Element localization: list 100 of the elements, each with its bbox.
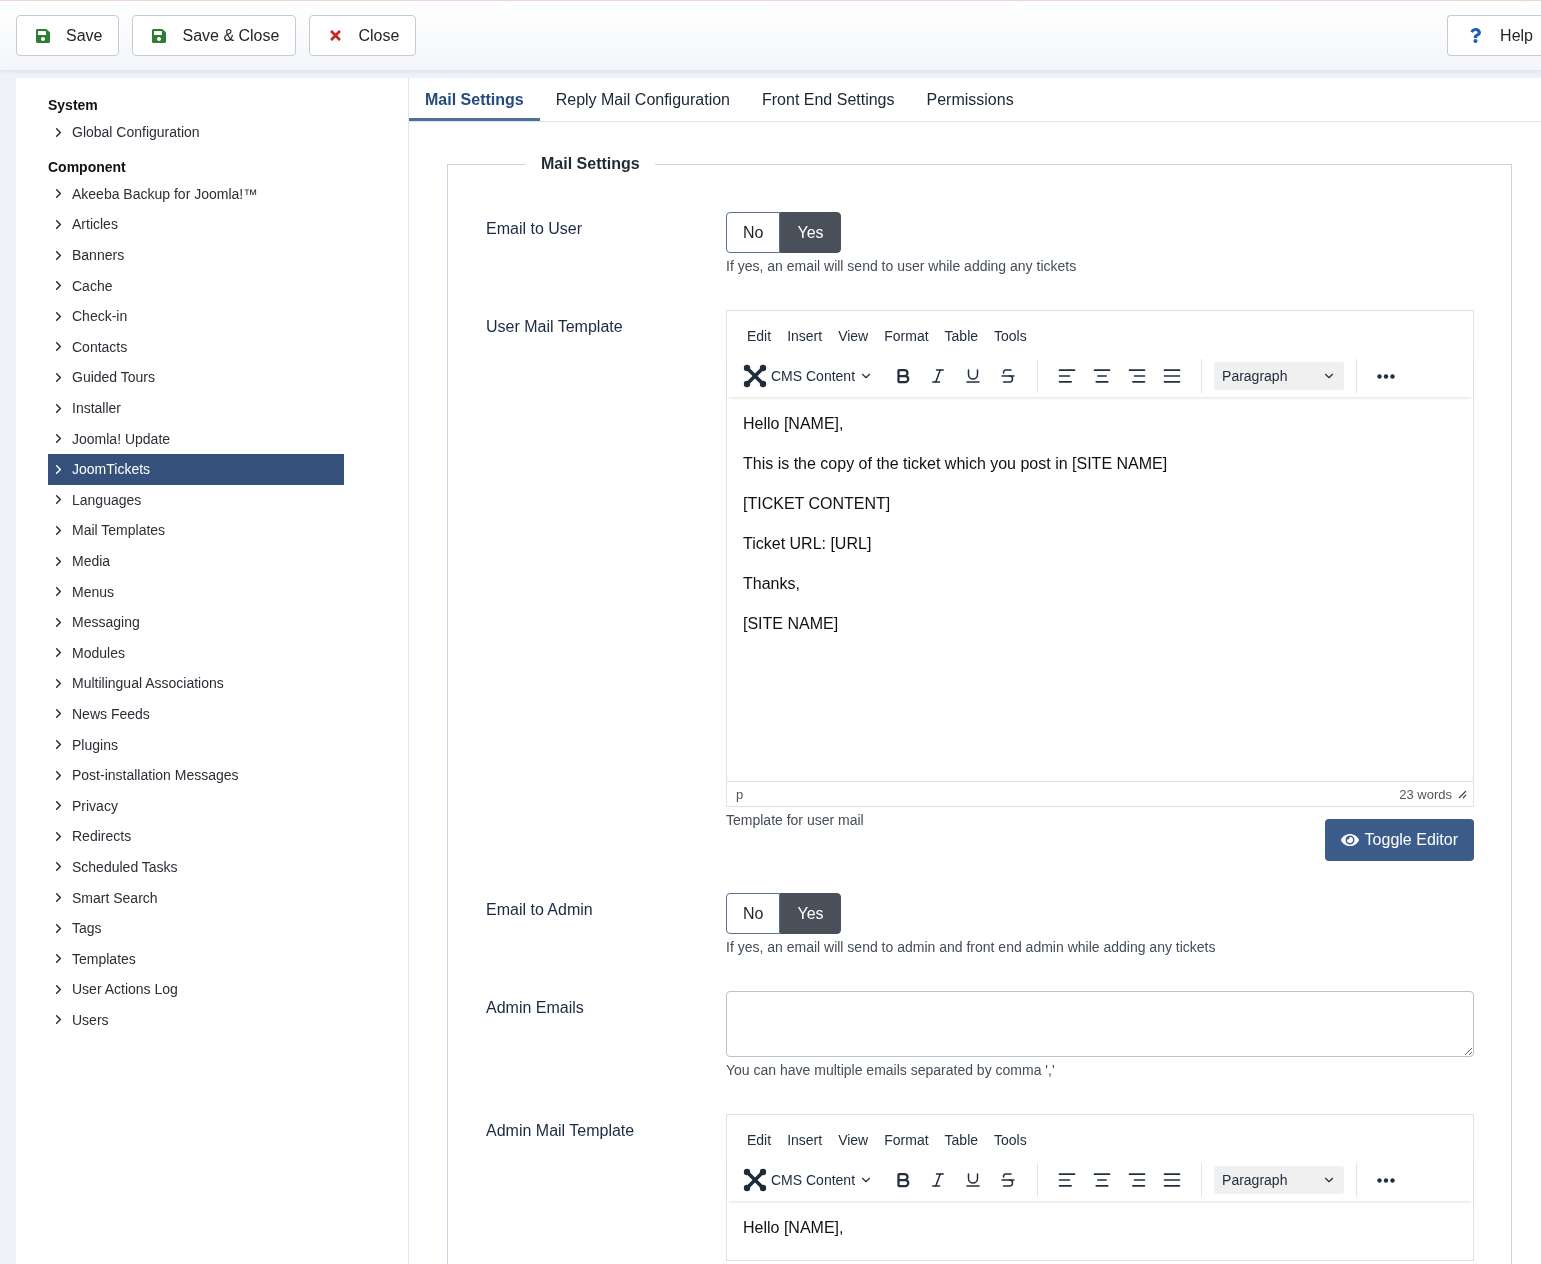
editor-paragraph: [SITE NAME] — [743, 614, 840, 634]
word-count: 23 words — [1399, 786, 1452, 802]
sidebar-item[interactable]: Tags — [48, 912, 344, 944]
eye-icon — [1340, 831, 1359, 849]
sidebar-item[interactable]: Cache — [48, 270, 344, 301]
sidebar-item[interactable]: Messaging — [48, 606, 344, 638]
sidebar-item[interactable]: Media — [48, 545, 344, 577]
sidebar-item[interactable]: Privacy — [48, 790, 344, 822]
sidebar-item[interactable]: Templates — [48, 943, 344, 975]
editor-content-area[interactable]: Hello [NAME], — [727, 1201, 1473, 1260]
sidebar-item[interactable]: Redirects — [48, 821, 344, 852]
toggle-option[interactable]: Yes — [780, 212, 841, 253]
sidebar-item[interactable]: Mail Templates — [48, 515, 344, 546]
dropdown-label: Paragraph — [1222, 1172, 1288, 1188]
editor-paragraph: [TICKET CONTENT] — [743, 494, 892, 514]
block-format-dropdown[interactable]: Paragraph — [1214, 1166, 1345, 1194]
sidebar-item[interactable]: Scheduled Tasks — [48, 851, 344, 883]
strikethrough-icon — [999, 367, 1018, 385]
sidebar-item[interactable]: Menus — [48, 576, 344, 607]
align-right-icon — [1127, 1170, 1148, 1190]
menu-item[interactable]: Table — [936, 1123, 987, 1157]
close-button[interactable]: Close — [309, 15, 417, 56]
dropdown-label: CMS Content — [771, 368, 856, 384]
align-justify-icon — [1162, 366, 1183, 386]
align-center-icon — [1092, 366, 1113, 386]
content-source-dropdown[interactable]: CMS Content — [743, 1163, 880, 1197]
align-center-icon — [1092, 1170, 1113, 1190]
field-label: Admin Mail Template — [486, 1121, 636, 1141]
sidebar-item[interactable]: Joomla! Update — [48, 423, 344, 454]
save-button[interactable]: Save & Close — [132, 15, 297, 56]
sidebar-item[interactable]: Contacts — [48, 331, 344, 363]
tab[interactable]: Mail Settings — [409, 78, 540, 121]
menu-item[interactable]: Edit — [739, 1123, 780, 1157]
sidebar-item[interactable]: User Actions Log — [48, 974, 344, 1005]
sidebar-item[interactable]: Articles — [48, 209, 344, 240]
editor-paragraph: Ticket URL: [URL] — [743, 534, 873, 554]
save-button[interactable]: Save — [16, 15, 120, 56]
field-label: Admin Emails — [486, 998, 585, 1018]
menu-item[interactable]: Insert — [779, 1123, 831, 1157]
sidebar-item[interactable]: Plugins — [48, 729, 344, 760]
toggle-option[interactable]: No — [726, 893, 781, 934]
sidebar-heading: System — [48, 96, 99, 115]
sidebar-item[interactable]: Banners — [48, 239, 344, 271]
tab[interactable]: Front End Settings — [746, 78, 911, 121]
align-justify-icon — [1162, 1170, 1183, 1190]
toggle-option[interactable]: No — [726, 212, 781, 253]
align-left-icon — [1057, 366, 1078, 386]
editor-paragraph: Hello [NAME], — [743, 1218, 845, 1238]
underline-icon — [964, 367, 983, 385]
field-hint: Template for user mail — [726, 812, 864, 828]
sidebar-item[interactable]: Multilingual Associations — [48, 668, 344, 699]
align-left-icon — [1057, 1170, 1078, 1190]
block-format-dropdown[interactable]: Paragraph — [1214, 362, 1345, 390]
field-label: Email to Admin — [486, 900, 594, 920]
strikethrough-icon — [999, 1171, 1018, 1189]
editor-paragraph: Thanks, — [743, 574, 801, 594]
field-label: User Mail Template — [486, 317, 624, 337]
menu-item[interactable]: Tools — [986, 319, 1035, 353]
sidebar-item[interactable]: Akeeba Backup for Joomla!™ — [48, 178, 344, 210]
editor-paragraph: Hello [NAME], — [743, 414, 845, 434]
menu-item[interactable]: Tools — [986, 1123, 1035, 1157]
sidebar-item[interactable]: Languages — [48, 484, 344, 516]
menu-item[interactable]: View — [830, 1123, 877, 1157]
menu-item[interactable]: Edit — [739, 319, 780, 353]
tab[interactable]: Reply Mail Configuration — [539, 78, 746, 121]
sidebar-item[interactable]: Modules — [48, 637, 344, 669]
help-icon — [1468, 28, 1484, 43]
more-icon — [1377, 373, 1396, 379]
align-right-icon — [1127, 366, 1148, 386]
menu-item[interactable]: View — [830, 319, 877, 353]
sidebar-item[interactable]: Global Configuration — [48, 117, 344, 148]
editor-content-area[interactable]: Hello [NAME], This is the copy of the ticket which you post in [SITE NAME] [TICKET CONTENT] Ticket URL: [URL] Thanks, [SITE NAME] — [727, 397, 1473, 781]
menu-item[interactable]: Format — [876, 319, 937, 353]
element-path[interactable]: p — [736, 786, 744, 802]
resize-handle-icon[interactable] — [1458, 789, 1467, 799]
field-hint: You can have multiple emails separated by comma ',' — [726, 1062, 1055, 1078]
field-hint: If yes, an email will send to admin and front end admin while adding any tickets — [726, 939, 1216, 955]
sidebar-item[interactable]: Post-installation Messages — [48, 759, 344, 791]
menu-item[interactable]: Format — [876, 1123, 937, 1157]
fieldset-legend: Mail Settings — [526, 152, 655, 176]
sidebar-heading: Component — [48, 157, 127, 177]
content-source-dropdown[interactable]: CMS Content — [743, 359, 880, 393]
underline-icon — [964, 1171, 983, 1189]
toggle-editor-button[interactable]: Toggle Editor — [1324, 819, 1474, 861]
sidebar-item[interactable]: News Feeds — [48, 698, 344, 730]
field-hint: If yes, an email will send to user while adding any tickets — [726, 258, 1077, 274]
sidebar-item[interactable]: JoomTickets — [48, 453, 344, 485]
help-button[interactable]: Help — [1447, 15, 1541, 56]
textarea-field[interactable] — [726, 991, 1474, 1057]
sidebar-item[interactable]: Check-in — [48, 300, 344, 332]
cms-logo-icon — [743, 364, 767, 388]
editor-paragraph: This is the copy of the ticket which you post in [SITE NAME] — [743, 454, 1169, 474]
tab[interactable]: Permissions — [910, 78, 1030, 121]
menu-item[interactable]: Table — [936, 319, 987, 353]
sidebar-item[interactable]: Installer — [48, 392, 344, 424]
sidebar-item[interactable]: Users — [48, 1004, 344, 1036]
toggle-option[interactable]: Yes — [780, 893, 841, 934]
sidebar-item[interactable]: Guided Tours — [48, 362, 344, 393]
menu-item[interactable]: Insert — [779, 319, 831, 353]
sidebar-item[interactable]: Smart Search — [48, 882, 344, 913]
